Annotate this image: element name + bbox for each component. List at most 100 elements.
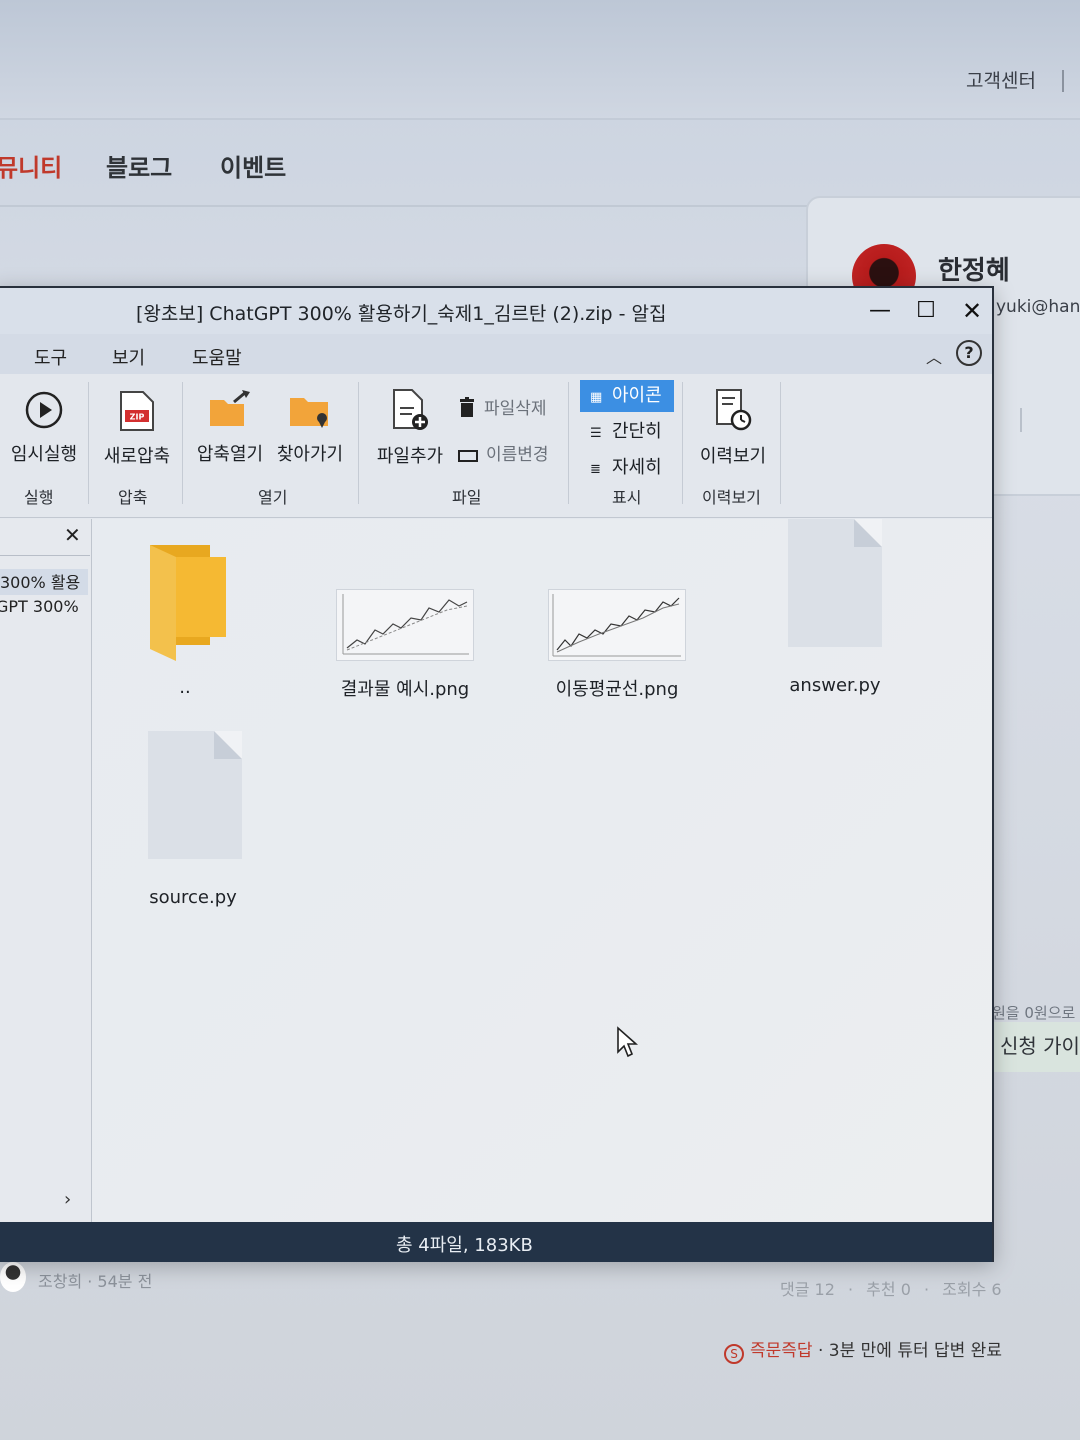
nav-event[interactable]: 이벤트 [220, 148, 286, 183]
support-divider [1062, 70, 1064, 92]
menu-bar: 도구 보기 도움말 ︿ ? [0, 334, 992, 374]
file-name: .. [179, 677, 191, 698]
profile-email: yuki@hani [996, 297, 1080, 317]
guide-text: 신청 가이 [1000, 1034, 1080, 1058]
comment-count[interactable]: 댓글 12 [780, 1280, 835, 1299]
rename-label: 이름변경 [486, 445, 549, 465]
pane-close-button[interactable]: ✕ [64, 523, 81, 547]
stats-separator: · [923, 1280, 930, 1299]
file-name: 결과물 예시.png [340, 679, 470, 700]
play-circle-icon [25, 391, 63, 429]
collapse-ribbon-icon[interactable]: ︿ [926, 344, 942, 368]
answer-badge-text: · 3분 만에 튜터 답변 완료 [817, 1341, 1002, 1361]
chart-thumbnail-icon [342, 594, 469, 655]
temp-run-label: 임시실행 [10, 444, 78, 465]
view-detail-label: 자세히 [612, 457, 662, 478]
post-stats: 댓글 12 · 추천 0 · 조회수 6 [780, 1276, 1010, 1300]
view-icons-button[interactable]: ▦ 아이콘 [580, 380, 674, 412]
history-button[interactable]: 이력보기 [692, 388, 774, 468]
image-thumbnail [548, 589, 686, 661]
rename-button[interactable]: 이름변경 [458, 440, 549, 468]
new-compress-label: 새로압축 [103, 446, 171, 467]
group-label-view: 표시 [612, 488, 642, 507]
menu-tools[interactable]: 도구 [34, 344, 67, 370]
pane-header-divider [0, 555, 90, 556]
view-detail-button[interactable]: ≣ 자세히 [580, 452, 674, 484]
help-icon[interactable]: ? [956, 340, 982, 366]
history-icon [716, 389, 752, 431]
zip-file-icon: ZIP [120, 391, 154, 431]
file-item-source-py[interactable]: source.py [118, 731, 268, 931]
view-count: 조회수 6 [942, 1280, 1002, 1299]
promo-text: 원을 0원으로 [992, 1004, 1076, 1022]
maximize-button[interactable]: ☐ [908, 296, 944, 326]
grid-icon: ▦ [590, 390, 603, 405]
new-compress-button[interactable]: ZIP 새로압축 [98, 390, 176, 468]
ribbon-separator [88, 382, 89, 504]
menu-help[interactable]: 도움말 [192, 344, 242, 370]
delete-file-button[interactable]: 파일삭제 [458, 394, 547, 422]
like-count: 추천 0 [866, 1280, 911, 1299]
folder-icon [150, 545, 226, 661]
temp-run-button[interactable]: 임시실행 [4, 390, 84, 466]
stats-separator: · [847, 1280, 854, 1299]
window-title: [왕초보] ChatGPT 300% 활용하기_숙제1_김르탄 (2).zip … [136, 303, 667, 325]
group-label-compress: 압축 [118, 488, 148, 507]
tree-item[interactable]: 300% 활용 [0, 569, 88, 595]
file-name: 이동평균선.png [555, 679, 679, 700]
rename-icon [458, 448, 478, 468]
title-bar[interactable]: [왕초보] ChatGPT 300% 활용하기_숙제1_김르탄 (2).zip … [0, 288, 992, 334]
status-bar: 총 4파일, 183KB [0, 1222, 992, 1262]
python-file-icon [148, 731, 242, 859]
open-archive-button[interactable]: 압축열기 [192, 390, 268, 466]
folder-tree-pane: ✕ 300% 활용 GPT 300% › [0, 519, 92, 1222]
file-list-area: .. 결과물 예시.png 이동평균선.png answer.py source… [92, 519, 992, 1222]
file-item-result-image[interactable]: 결과물 예시.png [330, 579, 480, 719]
history-label: 이력보기 [699, 446, 767, 467]
website-header [0, 0, 1080, 120]
expand-arrow-icon[interactable]: › [64, 1189, 71, 1210]
file-item-parent-folder[interactable]: .. [110, 529, 260, 709]
close-button[interactable]: ✕ [954, 296, 990, 326]
view-icons-label: 아이콘 [612, 385, 662, 406]
view-simple-button[interactable]: ☰ 간단히 [580, 416, 674, 448]
nav-blog[interactable]: 블로그 [106, 148, 172, 183]
python-file-icon [788, 519, 882, 647]
alzip-window: [왕초보] ChatGPT 300% 활용하기_숙제1_김르탄 (2).zip … [0, 286, 994, 1262]
file-item-moving-average-image[interactable]: 이동평균선.png [542, 579, 692, 719]
ribbon-separator [682, 382, 683, 504]
group-label-run: 실행 [24, 488, 54, 507]
menu-view[interactable]: 보기 [112, 344, 145, 370]
file-name: source.py [149, 887, 237, 908]
header-divider [0, 118, 1080, 120]
open-archive-label: 압축열기 [196, 444, 264, 465]
support-link[interactable]: 고객센터 [966, 66, 1036, 93]
ribbon-separator [568, 382, 569, 504]
quick-answer-icon: S [724, 1344, 744, 1364]
profile-name: 한정혜 [938, 256, 1010, 286]
locate-button[interactable]: 찾아가기 [272, 390, 348, 466]
detail-list-icon: ≣ [590, 462, 601, 477]
tree-item[interactable]: GPT 300% [0, 597, 88, 623]
delete-file-label: 파일삭제 [484, 399, 547, 419]
nav-community[interactable]: 뮤니티 [0, 148, 62, 183]
post-author: 조창희 · 54분 전 [38, 1272, 153, 1291]
folder-open-icon [210, 390, 250, 426]
ribbon-separator [780, 382, 781, 504]
minimize-button[interactable]: — [862, 296, 898, 326]
group-label-file: 파일 [452, 488, 482, 507]
add-file-button[interactable]: 파일추가 [370, 388, 450, 468]
mouse-cursor-icon [617, 1026, 638, 1058]
trash-icon [458, 397, 476, 422]
add-file-label: 파일추가 [376, 446, 444, 467]
chart-thumbnail-icon [552, 594, 681, 657]
group-label-history: 이력보기 [702, 488, 761, 507]
group-label-open: 열기 [258, 488, 288, 507]
file-item-answer-py[interactable]: answer.py [760, 519, 910, 719]
card-divider [1020, 408, 1022, 432]
ribbon-separator [182, 382, 183, 504]
locate-label: 찾아가기 [276, 444, 344, 465]
add-file-icon [393, 389, 428, 430]
zip-badge-text: ZIP [130, 413, 145, 422]
list-icon: ☰ [590, 426, 602, 441]
